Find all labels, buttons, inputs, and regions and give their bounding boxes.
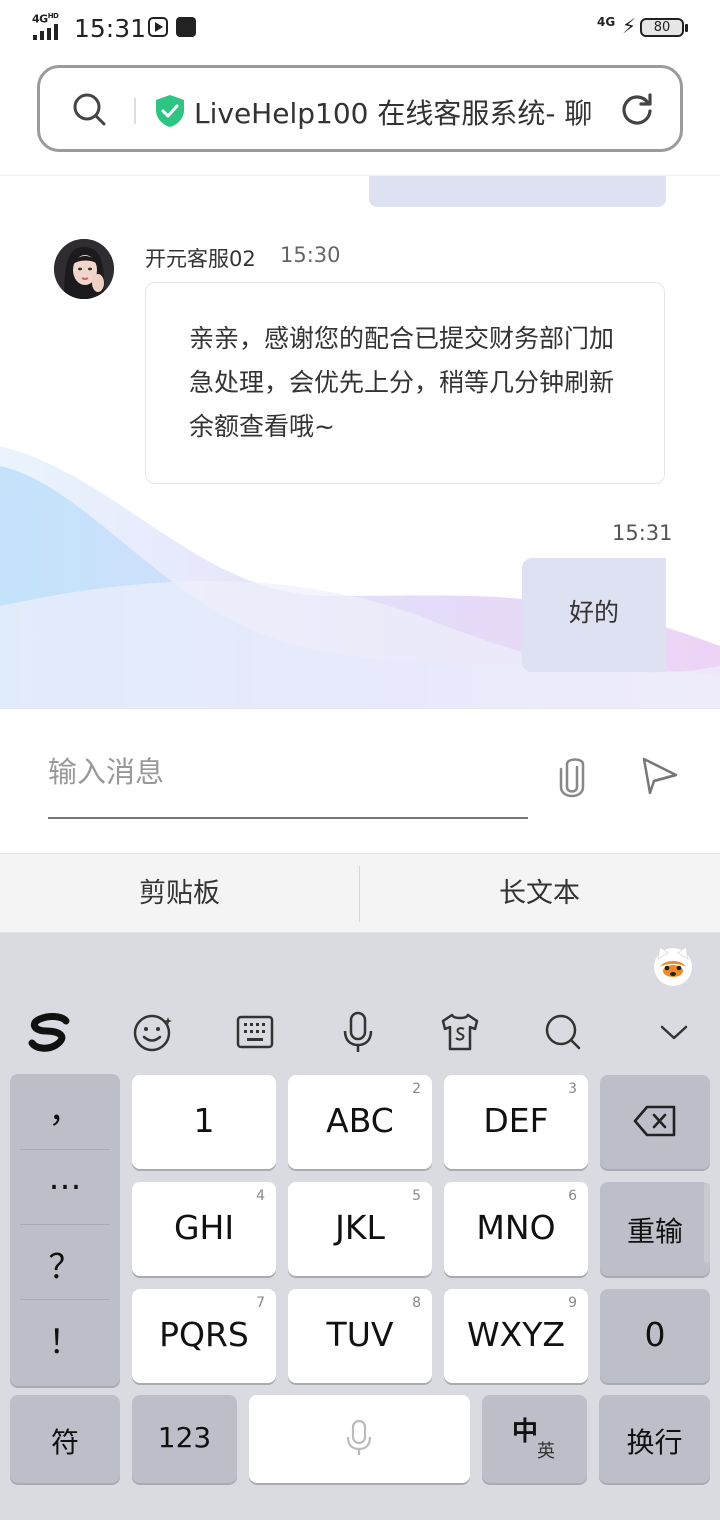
paperclip-icon[interactable] — [553, 755, 591, 799]
microphone-icon — [346, 1419, 372, 1455]
message-input[interactable] — [48, 747, 528, 819]
space-key[interactable] — [249, 1395, 470, 1483]
agent-name: 开元客服02 — [145, 247, 256, 271]
sogou-logo-icon[interactable] — [26, 1007, 76, 1057]
secure-shield-icon — [156, 95, 184, 127]
key-ghi[interactable]: 4 GHI — [132, 1182, 276, 1276]
keyboard-icon[interactable] — [230, 1007, 280, 1057]
signal-icon — [33, 24, 63, 40]
address-bar[interactable]: LiveHelp100 在线客服系统- 聊 — [37, 65, 683, 152]
microphone-icon[interactable] — [333, 1007, 383, 1057]
chat-area[interactable]: 开元客服02 15:30 亲亲，感谢您的配合已提交财务部门加急处理，会优先上分，… — [0, 176, 720, 708]
key-def[interactable]: 3 DEF — [444, 1075, 588, 1169]
backspace-icon — [633, 1105, 676, 1137]
divider — [134, 98, 136, 124]
key-mno[interactable]: 6 MNO — [444, 1182, 588, 1276]
punct-key-exclaim[interactable]: ！ — [10, 1315, 120, 1390]
divider — [20, 1224, 110, 1225]
divider — [20, 1149, 110, 1150]
status-time: 15:31 — [74, 14, 147, 43]
status-bar: 4GHD 15:31 4G ⚡ 80 — [0, 0, 720, 56]
my-message-bubble: 好的 — [522, 558, 666, 672]
divider — [20, 1299, 110, 1300]
symbol-key[interactable]: 符 — [10, 1395, 120, 1483]
key-wxyz[interactable]: 9 WXYZ — [444, 1289, 588, 1383]
backspace-key[interactable] — [600, 1075, 710, 1169]
skin-icon[interactable] — [435, 1007, 485, 1057]
message-composer — [0, 708, 720, 853]
agent-avatar — [54, 239, 114, 299]
key-abc[interactable]: 2 ABC — [288, 1075, 432, 1169]
key-1[interactable]: 1 — [132, 1075, 276, 1169]
clipboard-button[interactable]: 剪贴板 — [0, 854, 359, 933]
media-notification-icon — [148, 17, 168, 37]
punct-key-question[interactable]: ？ — [10, 1240, 120, 1315]
clipboard-bar: 剪贴板 长文本 — [0, 853, 720, 933]
key-pqrs[interactable]: 7 PQRS — [132, 1289, 276, 1383]
keyboard-scroll-indicator — [704, 1183, 710, 1263]
agent-message-time: 15:30 — [280, 243, 341, 267]
search-icon[interactable] — [72, 92, 106, 126]
keyboard: ， … ？ ！ 1 2 ABC 3 DEF 4 GHI 5 JKL 6 MNO … — [0, 933, 720, 1520]
search-icon[interactable] — [538, 1007, 588, 1057]
long-text-button[interactable]: 长文本 — [360, 854, 719, 933]
send-icon[interactable] — [638, 753, 682, 797]
battery-level: 80 — [640, 18, 688, 37]
language-switch-key[interactable]: 中 英 — [482, 1395, 587, 1483]
refresh-icon[interactable] — [619, 91, 655, 127]
mascot-icon[interactable] — [652, 941, 694, 987]
network-4g-label: 4G — [597, 15, 616, 29]
charging-icon: ⚡ — [622, 14, 637, 38]
punct-key-comma[interactable]: ， — [10, 1084, 120, 1159]
reinput-key[interactable]: 重输 — [600, 1182, 710, 1276]
key-0[interactable]: 0 — [600, 1289, 710, 1383]
page-title[interactable]: LiveHelp100 在线客服系统- 聊 — [194, 92, 598, 132]
enter-key[interactable]: 换行 — [599, 1395, 710, 1483]
key-tuv[interactable]: 8 TUV — [288, 1289, 432, 1383]
collapse-keyboard-icon[interactable] — [649, 1007, 699, 1057]
agent-message-bubble: 亲亲，感谢您的配合已提交财务部门加急处理，会优先上分，稍等几分钟刷新余额查看哦~ — [145, 282, 665, 484]
numeric-key[interactable]: 123 — [132, 1395, 237, 1483]
punctuation-column[interactable]: ， … ？ ！ — [10, 1074, 120, 1386]
punct-key-ellipsis[interactable]: … — [10, 1158, 120, 1233]
emoji-icon[interactable] — [128, 1007, 178, 1057]
my-message-time: 15:31 — [612, 521, 673, 545]
key-jkl[interactable]: 5 JKL — [288, 1182, 432, 1276]
previous-message-bubble — [369, 176, 666, 207]
app-notification-icon — [176, 17, 196, 37]
